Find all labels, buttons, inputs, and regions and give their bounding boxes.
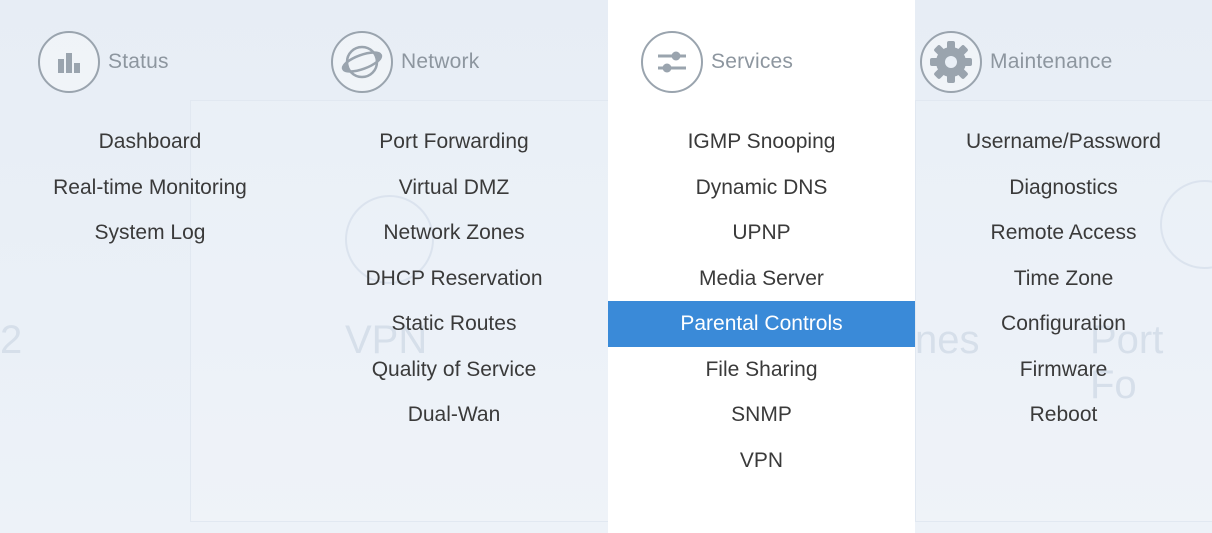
menu-column-maintenance: Maintenance Username/Password Diagnostic… <box>915 0 1212 533</box>
gear-icon <box>920 31 982 93</box>
menu-header-services[interactable]: Services <box>641 30 793 94</box>
menu-item-list: Port Forwarding Virtual DMZ Network Zone… <box>300 119 608 438</box>
menu-item-dynamic-dns[interactable]: Dynamic DNS <box>608 165 915 211</box>
navigation-mega-menu: VPN nes Port Fo 2 Status Dashboard Real-… <box>0 0 1212 533</box>
menu-item-reboot[interactable]: Reboot <box>915 392 1212 438</box>
menu-item-dual-wan[interactable]: Dual-Wan <box>300 392 608 438</box>
menu-item-list: Dashboard Real-time Monitoring System Lo… <box>0 119 300 256</box>
menu-item-network-zones[interactable]: Network Zones <box>300 210 608 256</box>
menu-column-network: Network Port Forwarding Virtual DMZ Netw… <box>300 0 608 533</box>
menu-item-firmware[interactable]: Firmware <box>915 347 1212 393</box>
menu-item-real-time-monitoring[interactable]: Real-time Monitoring <box>0 165 300 211</box>
menu-header-status[interactable]: Status <box>38 30 169 94</box>
menu-header-network[interactable]: Network <box>331 30 479 94</box>
menu-item-time-zone[interactable]: Time Zone <box>915 256 1212 302</box>
menu-item-virtual-dmz[interactable]: Virtual DMZ <box>300 165 608 211</box>
menu-item-remote-access[interactable]: Remote Access <box>915 210 1212 256</box>
menu-item-igmp-snooping[interactable]: IGMP Snooping <box>608 119 915 165</box>
menu-item-port-forwarding[interactable]: Port Forwarding <box>300 119 608 165</box>
menu-column-services: Services IGMP Snooping Dynamic DNS UPNP … <box>608 0 915 533</box>
menu-item-parental-controls[interactable]: Parental Controls <box>608 301 915 347</box>
menu-item-dhcp-reservation[interactable]: DHCP Reservation <box>300 256 608 302</box>
sliders-icon <box>641 31 703 93</box>
menu-header-label: Services <box>711 50 794 73</box>
menu-item-dashboard[interactable]: Dashboard <box>0 119 300 165</box>
globe-icon <box>331 31 393 93</box>
menu-item-snmp[interactable]: SNMP <box>608 392 915 438</box>
menu-item-upnp[interactable]: UPNP <box>608 210 915 256</box>
menu-item-diagnostics[interactable]: Diagnostics <box>915 165 1212 211</box>
menu-header-label: Maintenance <box>990 50 1113 73</box>
menu-item-static-routes[interactable]: Static Routes <box>300 301 608 347</box>
menu-header-maintenance[interactable]: Maintenance <box>920 30 1112 94</box>
menu-item-configuration[interactable]: Configuration <box>915 301 1212 347</box>
menu-item-system-log[interactable]: System Log <box>0 210 300 256</box>
menu-item-list: Username/Password Diagnostics Remote Acc… <box>915 119 1212 438</box>
menu-item-file-sharing[interactable]: File Sharing <box>608 347 915 393</box>
menu-header-label: Status <box>108 50 169 73</box>
menu-column-status: Status Dashboard Real-time Monitoring Sy… <box>0 0 300 533</box>
menu-item-quality-of-service[interactable]: Quality of Service <box>300 347 608 393</box>
bar-chart-icon <box>38 31 100 93</box>
menu-item-username-password[interactable]: Username/Password <box>915 119 1212 165</box>
menu-item-list: IGMP Snooping Dynamic DNS UPNP Media Ser… <box>608 119 915 483</box>
menu-header-label: Network <box>401 50 480 73</box>
menu-item-vpn[interactable]: VPN <box>608 438 915 484</box>
menu-item-media-server[interactable]: Media Server <box>608 256 915 302</box>
